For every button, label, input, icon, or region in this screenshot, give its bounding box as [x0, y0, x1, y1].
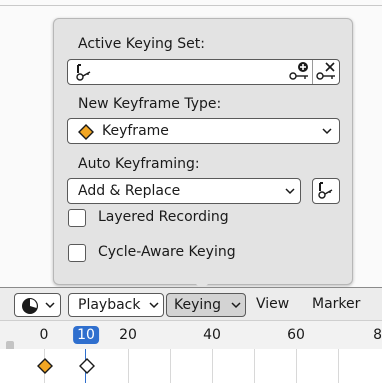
- playback-menu[interactable]: Playback: [68, 293, 164, 317]
- view-menu[interactable]: View: [256, 296, 289, 312]
- keying-popover: Active Keying Set: New Keyframe Type: Ke…: [53, 18, 353, 285]
- current-frame-indicator[interactable]: 10: [73, 326, 99, 344]
- chevron-down-icon: [321, 125, 333, 137]
- new-keyframe-type-label: New Keyframe Type:: [78, 96, 222, 112]
- layered-recording-checkbox[interactable]: [68, 209, 86, 227]
- chevron-down-icon: [284, 185, 296, 197]
- frame-tick: 20: [119, 327, 137, 343]
- keying-menu-label: Keying: [174, 297, 222, 313]
- keyframe-diamond-icon[interactable]: [37, 358, 53, 378]
- timeline-editor-icon: [21, 297, 39, 319]
- chevron-down-icon: [230, 299, 242, 311]
- frame-gridline: [296, 349, 297, 383]
- field-divider: [312, 60, 313, 84]
- frame-gridline: [338, 349, 339, 383]
- frame-ruler[interactable]: 0 10 20 40 60 80: [0, 321, 382, 349]
- frame-gridline: [212, 349, 213, 383]
- cycle-aware-keying-checkbox[interactable]: [68, 244, 86, 262]
- frame-tick: 80: [373, 327, 382, 343]
- chevron-down-icon: [44, 299, 56, 311]
- remove-keying-set-icon[interactable]: [314, 61, 340, 83]
- active-keying-set-field[interactable]: [67, 59, 340, 85]
- chevron-down-icon: [148, 299, 160, 311]
- playback-menu-label: Playback: [78, 297, 141, 313]
- frame-tick: 60: [287, 327, 305, 343]
- editor-type-button[interactable]: [14, 293, 61, 317]
- marker-menu[interactable]: Marker: [312, 296, 360, 312]
- keyframe-diamond-icon: [78, 124, 94, 144]
- auto-keyframing-mode-value: Add & Replace: [78, 183, 181, 199]
- add-keying-set-icon[interactable]: [286, 61, 312, 83]
- active-keying-set-label: Active Keying Set:: [78, 36, 205, 52]
- auto-keyframing-keying-set-button[interactable]: [312, 178, 340, 204]
- keyframe-type-dropdown[interactable]: Keyframe: [67, 118, 340, 144]
- keying-set-icon: [316, 181, 336, 205]
- keying-menu[interactable]: Keying: [166, 293, 246, 317]
- cycle-aware-keying-label: Cycle-Aware Keying: [98, 244, 236, 260]
- keyframe-type-value: Keyframe: [102, 123, 169, 139]
- layered-recording-label: Layered Recording: [98, 209, 229, 225]
- frame-gridline: [170, 349, 171, 383]
- keyframe-track[interactable]: [0, 349, 382, 383]
- keyframe-diamond-icon[interactable]: [79, 358, 95, 378]
- frame-gridline: [128, 349, 129, 383]
- keying-set-icon: [74, 63, 94, 87]
- auto-keyframing-mode-dropdown[interactable]: Add & Replace: [67, 178, 301, 204]
- auto-keyframing-label: Auto Keyframing:: [78, 156, 200, 172]
- top-divider: [0, 5, 382, 6]
- frame-gridline: [254, 349, 255, 383]
- frame-tick: 0: [39, 327, 49, 343]
- timeline-header: Playback Keying View Marker: [0, 287, 382, 321]
- frame-tick: 40: [203, 327, 221, 343]
